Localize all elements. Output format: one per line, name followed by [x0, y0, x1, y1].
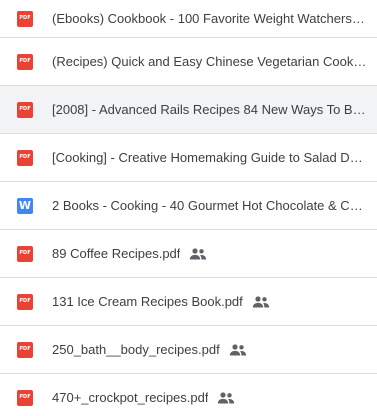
file-name-wrap: (Ebooks) Cookbook - 100 Favorite Weight … — [52, 0, 367, 37]
file-row-selected[interactable]: PDF [2008] - Advanced Rails Recipes 84 N… — [0, 86, 377, 134]
file-name-wrap: [2008] - Advanced Rails Recipes 84 New W… — [52, 86, 367, 133]
file-name[interactable]: 250_bath__body_recipes.pdf — [52, 342, 220, 357]
word-icon: W — [17, 197, 33, 214]
people-icon — [217, 391, 235, 404]
pdf-icon-label: PDF — [19, 58, 31, 64]
file-name[interactable]: 2 Books - Cooking - 40 Gourmet Hot Choco… — [52, 198, 367, 213]
pdf-icon: PDF — [17, 293, 33, 310]
file-name-wrap: [Cooking] - Creative Homemaking Guide to… — [52, 134, 367, 181]
file-name-wrap: 131 Ice Cream Recipes Book.pdf — [52, 278, 367, 325]
file-name-wrap: 250_bath__body_recipes.pdf — [52, 326, 367, 373]
file-name[interactable]: (Ebooks) Cookbook - 100 Favorite Weight … — [52, 11, 367, 26]
file-row[interactable]: PDF (Recipes) Quick and Easy Chinese Veg… — [0, 38, 377, 86]
pdf-icon: PDF — [17, 10, 33, 27]
file-name-wrap: 89 Coffee Recipes.pdf — [52, 230, 367, 277]
word-icon-label: W — [18, 199, 32, 212]
file-name-wrap: (Recipes) Quick and Easy Chinese Vegetar… — [52, 38, 367, 85]
people-icon — [189, 247, 207, 260]
file-name-wrap: 470+_crockpot_recipes.pdf — [52, 374, 367, 416]
pdf-icon: PDF — [17, 389, 33, 406]
file-row[interactable]: PDF 470+_crockpot_recipes.pdf — [0, 374, 377, 416]
file-row[interactable]: PDF 89 Coffee Recipes.pdf — [0, 230, 377, 278]
pdf-icon-label: PDF — [19, 106, 31, 112]
file-name[interactable]: [2008] - Advanced Rails Recipes 84 New W… — [52, 102, 367, 117]
file-name[interactable]: (Recipes) Quick and Easy Chinese Vegetar… — [52, 54, 367, 69]
file-name[interactable]: 89 Coffee Recipes.pdf — [52, 246, 180, 261]
file-name[interactable]: 131 Ice Cream Recipes Book.pdf — [52, 294, 243, 309]
file-row[interactable]: PDF 131 Ice Cream Recipes Book.pdf — [0, 278, 377, 326]
pdf-icon-label: PDF — [19, 154, 31, 160]
file-name-wrap: 2 Books - Cooking - 40 Gourmet Hot Choco… — [52, 182, 367, 229]
pdf-icon: PDF — [17, 101, 33, 118]
file-row[interactable]: PDF [Cooking] - Creative Homemaking Guid… — [0, 134, 377, 182]
pdf-icon: PDF — [17, 245, 33, 262]
people-icon — [229, 343, 247, 356]
pdf-icon-label: PDF — [19, 346, 31, 352]
pdf-icon: PDF — [17, 149, 33, 166]
pdf-icon: PDF — [17, 341, 33, 358]
file-row[interactable]: W 2 Books - Cooking - 40 Gourmet Hot Cho… — [0, 182, 377, 230]
pdf-icon: PDF — [17, 53, 33, 70]
file-row[interactable]: PDF 250_bath__body_recipes.pdf — [0, 326, 377, 374]
pdf-icon-label: PDF — [19, 298, 31, 304]
pdf-icon-label: PDF — [19, 394, 31, 400]
pdf-icon-label: PDF — [19, 250, 31, 256]
file-list: PDF (Ebooks) Cookbook - 100 Favorite Wei… — [0, 0, 377, 416]
people-icon — [252, 295, 270, 308]
file-name[interactable]: 470+_crockpot_recipes.pdf — [52, 390, 208, 405]
file-row[interactable]: PDF (Ebooks) Cookbook - 100 Favorite Wei… — [0, 0, 377, 38]
pdf-icon-label: PDF — [19, 15, 31, 21]
file-name[interactable]: [Cooking] - Creative Homemaking Guide to… — [52, 150, 367, 165]
